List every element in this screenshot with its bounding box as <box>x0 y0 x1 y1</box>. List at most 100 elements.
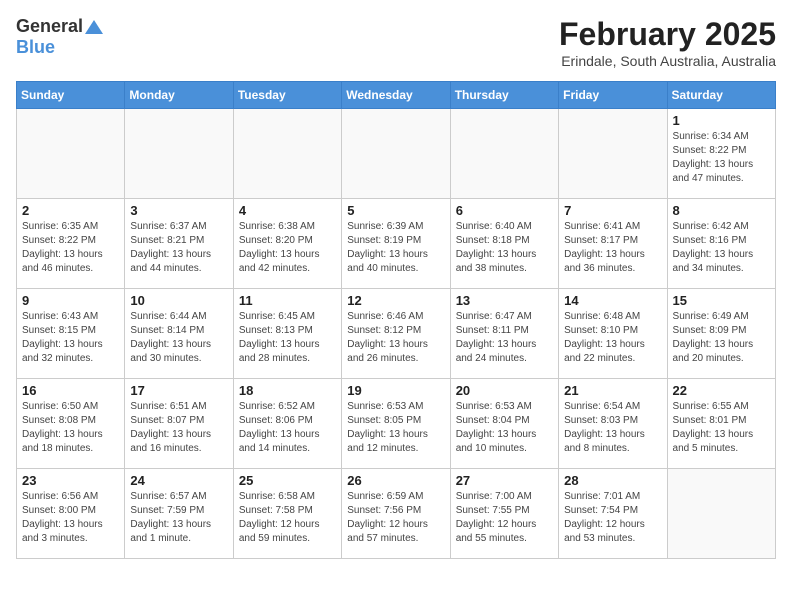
day-number: 23 <box>22 473 119 488</box>
calendar-cell: 4Sunrise: 6:38 AM Sunset: 8:20 PM Daylig… <box>233 199 341 289</box>
weekday-header: Friday <box>559 82 667 109</box>
day-info: Sunrise: 6:55 AM Sunset: 8:01 PM Dayligh… <box>673 400 770 456</box>
logo-icon <box>85 18 103 36</box>
day-info: Sunrise: 6:47 AM Sunset: 8:11 PM Dayligh… <box>456 310 553 366</box>
day-number: 10 <box>130 293 227 308</box>
day-info: Sunrise: 6:54 AM Sunset: 8:03 PM Dayligh… <box>564 400 661 456</box>
day-info: Sunrise: 6:38 AM Sunset: 8:20 PM Dayligh… <box>239 220 336 276</box>
calendar-cell <box>17 109 125 199</box>
day-number: 28 <box>564 473 661 488</box>
calendar-cell: 18 Sunrise: 6:52 AM Sunset: 8:06 PM Dayli… <box>233 379 341 469</box>
day-number: 1 <box>673 113 770 128</box>
calendar-cell: 25 Sunrise: 6:58 AM Sunset: 7:58 PM Dayli… <box>233 469 341 559</box>
calendar-cell: 12Sunrise: 6:46 AM Sunset: 8:12 PM Dayli… <box>342 289 450 379</box>
calendar-cell: 7 Sunrise: 6:41 AM Sunset: 8:17 PM Daylig… <box>559 199 667 289</box>
calendar-cell: 6 Sunrise: 6:40 AM Sunset: 8:18 PM Daylig… <box>450 199 558 289</box>
day-number: 8 <box>673 203 770 218</box>
day-info: Sunrise: 6:59 AM Sunset: 7:56 PM Dayligh… <box>347 490 444 546</box>
calendar-cell: 10Sunrise: 6:44 AM Sunset: 8:14 PM Dayli… <box>125 289 233 379</box>
day-number: 24 <box>130 473 227 488</box>
month-title: February 2025 <box>559 16 776 53</box>
day-info: Sunrise: 6:48 AM Sunset: 8:10 PM Dayligh… <box>564 310 661 366</box>
day-info: Sunrise: 6:58 AM Sunset: 7:58 PM Dayligh… <box>239 490 336 546</box>
day-number: 3 <box>130 203 227 218</box>
day-number: 6 <box>456 203 553 218</box>
calendar-week-row: 16 Sunrise: 6:50 AM Sunset: 8:08 PM Dayli… <box>17 379 776 469</box>
day-info: Sunrise: 6:41 AM Sunset: 8:17 PM Dayligh… <box>564 220 661 276</box>
day-info: Sunrise: 6:51 AM Sunset: 8:07 PM Dayligh… <box>130 400 227 456</box>
calendar-cell: 24Sunrise: 6:57 AM Sunset: 7:59 PM Dayli… <box>125 469 233 559</box>
calendar-cell: 15 Sunrise: 6:49 AM Sunset: 8:09 PM Dayli… <box>667 289 775 379</box>
day-info: Sunrise: 6:53 AM Sunset: 8:05 PM Dayligh… <box>347 400 444 456</box>
page-header: General Blue February 2025 Erindale, Sou… <box>16 16 776 69</box>
day-info: Sunrise: 7:00 AM Sunset: 7:55 PM Dayligh… <box>456 490 553 546</box>
calendar-cell: 20 Sunrise: 6:53 AM Sunset: 8:04 PM Dayli… <box>450 379 558 469</box>
day-info: Sunrise: 6:45 AM Sunset: 8:13 PM Dayligh… <box>239 310 336 366</box>
calendar-cell: 21Sunrise: 6:54 AM Sunset: 8:03 PM Dayli… <box>559 379 667 469</box>
calendar-cell <box>559 109 667 199</box>
day-info: Sunrise: 6:50 AM Sunset: 8:08 PM Dayligh… <box>22 400 119 456</box>
day-number: 17 <box>130 383 227 398</box>
day-number: 18 <box>239 383 336 398</box>
calendar-cell <box>450 109 558 199</box>
location: Erindale, South Australia, Australia <box>559 53 776 69</box>
calendar-cell: 1 Sunrise: 6:34 AM Sunset: 8:22 PM Daylig… <box>667 109 775 199</box>
weekday-header: Tuesday <box>233 82 341 109</box>
weekday-header: Sunday <box>17 82 125 109</box>
day-info: Sunrise: 6:43 AM Sunset: 8:15 PM Dayligh… <box>22 310 119 366</box>
calendar-cell: 19Sunrise: 6:53 AM Sunset: 8:05 PM Dayli… <box>342 379 450 469</box>
calendar-cell: 5 Sunrise: 6:39 AM Sunset: 8:19 PM Daylig… <box>342 199 450 289</box>
calendar-week-row: 1 Sunrise: 6:34 AM Sunset: 8:22 PM Daylig… <box>17 109 776 199</box>
day-number: 7 <box>564 203 661 218</box>
weekday-header: Monday <box>125 82 233 109</box>
day-number: 5 <box>347 203 444 218</box>
weekday-header: Thursday <box>450 82 558 109</box>
calendar-cell: 3 Sunrise: 6:37 AM Sunset: 8:21 PM Daylig… <box>125 199 233 289</box>
day-info: Sunrise: 6:39 AM Sunset: 8:19 PM Dayligh… <box>347 220 444 276</box>
day-number: 9 <box>22 293 119 308</box>
calendar-cell: 28 Sunrise: 7:01 AM Sunset: 7:54 PM Dayli… <box>559 469 667 559</box>
calendar-cell <box>667 469 775 559</box>
calendar-cell <box>233 109 341 199</box>
day-info: Sunrise: 6:40 AM Sunset: 8:18 PM Dayligh… <box>456 220 553 276</box>
day-number: 14 <box>564 293 661 308</box>
calendar-cell <box>342 109 450 199</box>
day-info: Sunrise: 6:49 AM Sunset: 8:09 PM Dayligh… <box>673 310 770 366</box>
day-number: 13 <box>456 293 553 308</box>
day-number: 2 <box>22 203 119 218</box>
calendar-cell: 26 Sunrise: 6:59 AM Sunset: 7:56 PM Dayli… <box>342 469 450 559</box>
day-number: 15 <box>673 293 770 308</box>
day-number: 26 <box>347 473 444 488</box>
calendar-cell: 11 Sunrise: 6:45 AM Sunset: 8:13 PM Dayli… <box>233 289 341 379</box>
day-number: 25 <box>239 473 336 488</box>
day-number: 11 <box>239 293 336 308</box>
calendar-cell: 22Sunrise: 6:55 AM Sunset: 8:01 PM Dayli… <box>667 379 775 469</box>
calendar-cell: 8 Sunrise: 6:42 AM Sunset: 8:16 PM Daylig… <box>667 199 775 289</box>
day-info: Sunrise: 6:53 AM Sunset: 8:04 PM Dayligh… <box>456 400 553 456</box>
calendar-cell: 13 Sunrise: 6:47 AM Sunset: 8:11 PM Dayli… <box>450 289 558 379</box>
calendar-cell: 27 Sunrise: 7:00 AM Sunset: 7:55 PM Dayli… <box>450 469 558 559</box>
calendar-cell: 23 Sunrise: 6:56 AM Sunset: 8:00 PM Dayli… <box>17 469 125 559</box>
day-info: Sunrise: 6:34 AM Sunset: 8:22 PM Dayligh… <box>673 130 770 186</box>
day-info: Sunrise: 6:42 AM Sunset: 8:16 PM Dayligh… <box>673 220 770 276</box>
day-number: 27 <box>456 473 553 488</box>
day-info: Sunrise: 6:56 AM Sunset: 8:00 PM Dayligh… <box>22 490 119 546</box>
day-number: 16 <box>22 383 119 398</box>
day-info: Sunrise: 6:52 AM Sunset: 8:06 PM Dayligh… <box>239 400 336 456</box>
weekday-header: Wednesday <box>342 82 450 109</box>
calendar-week-row: 9 Sunrise: 6:43 AM Sunset: 8:15 PM Daylig… <box>17 289 776 379</box>
calendar-table: SundayMondayTuesdayWednesdayThursdayFrid… <box>16 81 776 559</box>
logo-general-text: General <box>16 16 83 37</box>
weekday-header: Saturday <box>667 82 775 109</box>
calendar-cell: 17 Sunrise: 6:51 AM Sunset: 8:07 PM Dayli… <box>125 379 233 469</box>
day-info: Sunrise: 7:01 AM Sunset: 7:54 PM Dayligh… <box>564 490 661 546</box>
logo-blue-text: Blue <box>16 37 55 58</box>
day-info: Sunrise: 6:46 AM Sunset: 8:12 PM Dayligh… <box>347 310 444 366</box>
calendar-cell: 9 Sunrise: 6:43 AM Sunset: 8:15 PM Daylig… <box>17 289 125 379</box>
calendar-week-row: 23 Sunrise: 6:56 AM Sunset: 8:00 PM Dayli… <box>17 469 776 559</box>
day-number: 20 <box>456 383 553 398</box>
day-info: Sunrise: 6:37 AM Sunset: 8:21 PM Dayligh… <box>130 220 227 276</box>
calendar-cell: 14 Sunrise: 6:48 AM Sunset: 8:10 PM Dayli… <box>559 289 667 379</box>
calendar-cell: 2Sunrise: 6:35 AM Sunset: 8:22 PM Daylig… <box>17 199 125 289</box>
calendar-week-row: 2Sunrise: 6:35 AM Sunset: 8:22 PM Daylig… <box>17 199 776 289</box>
